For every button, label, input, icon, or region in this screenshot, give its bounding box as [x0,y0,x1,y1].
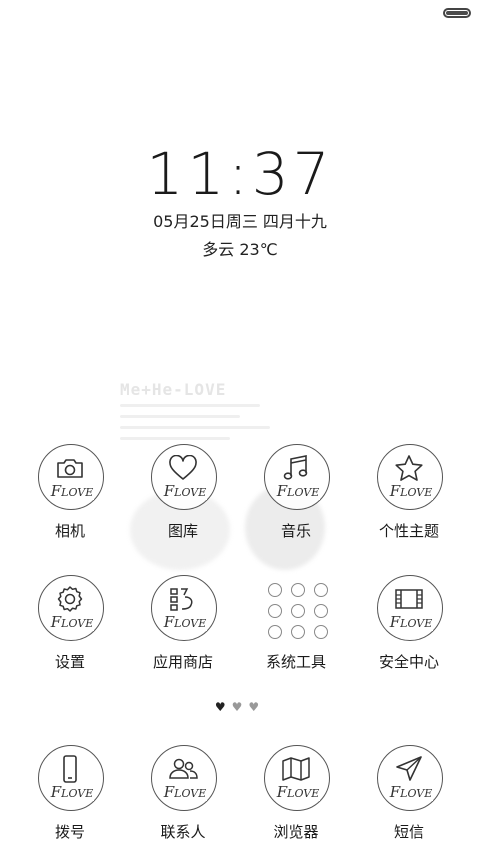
app-label: 浏览器 [273,823,319,841]
app-label: 相机 [54,522,85,540]
app-gallery[interactable]: FLOVE 图库 [129,444,239,554]
page-dot[interactable]: ♥ [248,700,265,714]
app-store[interactable]: FLOVE 应用商店 [129,575,239,685]
flove-logo: FLOVE [389,613,433,631]
flove-logo: FLOVE [50,482,94,500]
app-label: 个性主题 [378,522,439,540]
app-music[interactable]: FLOVE 音乐 [242,444,352,554]
page-indicator[interactable]: ♥♥♥ [0,700,480,714]
app-label: 拨号 [54,823,85,841]
flove-logo: FLOVE [389,783,433,801]
app-store-icon [129,585,237,613]
app-label: 应用商店 [152,653,213,671]
flove-logo: FLOVE [389,482,433,500]
heart-icon [129,454,237,482]
app-label: 图库 [167,522,198,540]
app-label: 设置 [54,653,85,671]
map-icon [242,755,350,783]
music-note-icon [242,454,350,482]
app-settings[interactable]: FLOVE 设置 [16,575,126,685]
battery-icon [443,8,471,18]
wallpaper-title: Me+He-LOVE [120,380,227,399]
app-browser[interactable]: FLOVE 浏览器 [242,745,352,855]
send-icon [355,755,463,783]
phone-icon [16,755,124,783]
folder-system-tools[interactable]: 系统工具 [242,575,352,685]
flove-logo: FLOVE [276,783,320,801]
contacts-icon [129,755,237,783]
clock-time[interactable]: 11:37 [0,140,480,208]
camera-icon [16,454,124,482]
page-dot[interactable]: ♥ [232,700,249,714]
app-label: 系统工具 [265,653,326,671]
star-icon [355,454,463,482]
app-label: 联系人 [160,823,206,841]
app-label: 短信 [393,823,424,841]
flove-logo: FLOVE [276,482,320,500]
flove-logo: FLOVE [163,613,207,631]
wallpaper-text-lines [120,404,270,448]
flove-logo: FLOVE [163,783,207,801]
date-text: 05月25日周三 四月十九 [153,212,327,231]
weather-text[interactable]: 多云 23℃ [0,236,480,260]
flove-logo: FLOVE [163,482,207,500]
app-label: 音乐 [280,522,311,540]
app-messages[interactable]: FLOVE 短信 [355,745,465,855]
flove-logo: FLOVE [50,783,94,801]
film-icon [355,585,463,613]
app-security-center[interactable]: FLOVE 安全中心 [355,575,465,685]
app-dialer[interactable]: FLOVE 拨号 [16,745,126,855]
app-label: 安全中心 [378,653,439,671]
flove-logo: FLOVE [50,613,94,631]
gear-icon [16,585,124,613]
app-camera[interactable]: FLOVE 相机 [16,444,126,554]
app-contacts[interactable]: FLOVE 联系人 [129,745,239,855]
page-dot-active[interactable]: ♥ [215,700,232,714]
tools-folder-icon [266,581,330,641]
app-themes[interactable]: FLOVE 个性主题 [355,444,465,554]
